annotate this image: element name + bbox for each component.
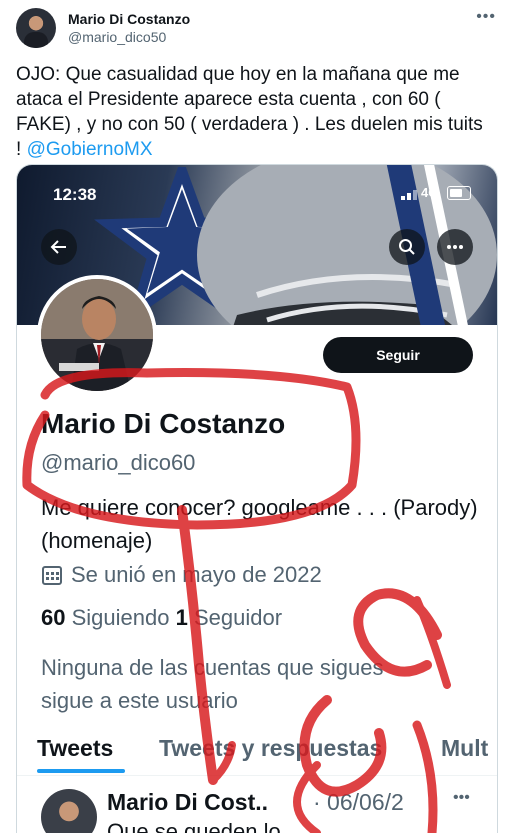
author-handle[interactable]: @mario_dico50 bbox=[68, 29, 166, 45]
followed-by-notice: Ninguna de las cuentas que sigues sigue … bbox=[41, 655, 384, 713]
following-count: 60 bbox=[41, 605, 66, 630]
tab-tweets-replies[interactable]: Tweets y respuestas bbox=[159, 735, 382, 762]
search-icon[interactable] bbox=[389, 229, 425, 265]
followers-count: 1 bbox=[175, 605, 188, 630]
inner-tweet-avatar[interactable] bbox=[41, 789, 97, 833]
author-avatar[interactable] bbox=[16, 8, 56, 48]
mention-link[interactable]: @GobiernoMX bbox=[27, 139, 153, 160]
battery-icon bbox=[447, 186, 471, 200]
more-horizontal-icon[interactable]: ••• bbox=[476, 8, 496, 26]
attached-image[interactable]: 12:38 4G Seguir Mario Di Costanzo @mario… bbox=[16, 164, 498, 833]
profile-photo bbox=[41, 279, 153, 391]
profile-joined: Se unió en mayo de 2022 bbox=[41, 562, 322, 588]
status-time: 12:38 bbox=[53, 185, 97, 204]
tweet-text: OJO: Que casualidad que hoy en la mañana… bbox=[16, 62, 486, 162]
inner-tweet-text: Que se queden lo... bbox=[107, 819, 300, 833]
network-label: 4G bbox=[421, 185, 439, 200]
following-label: Siguiendo bbox=[71, 605, 170, 630]
active-tab-indicator bbox=[37, 769, 125, 773]
follow-stats[interactable]: 60 Siguiendo 1 Seguidor bbox=[41, 605, 282, 631]
calendar-icon bbox=[42, 566, 62, 585]
inner-tweet-more-icon[interactable]: ••• bbox=[453, 789, 470, 807]
followers-label: Seguidor bbox=[193, 605, 283, 630]
tab-tweets[interactable]: Tweets bbox=[37, 735, 113, 762]
follow-button[interactable]: Seguir bbox=[323, 337, 473, 373]
back-arrow-icon[interactable] bbox=[41, 229, 77, 265]
joined-text: Se unió en mayo de 2022 bbox=[71, 562, 322, 587]
author-name[interactable]: Mario Di Costanzo bbox=[68, 11, 190, 27]
tweet-header: Mario Di Costanzo @mario_dico50 ••• bbox=[16, 8, 496, 48]
inner-tweet-date[interactable]: · 06/06/2 bbox=[313, 789, 404, 816]
profile-avatar[interactable] bbox=[37, 275, 157, 395]
profile-bio: Me quiere conocer? googleame . . . (Paro… bbox=[41, 495, 478, 553]
inner-tweet-author[interactable]: Mario Di Cost.. bbox=[107, 789, 268, 816]
profile-tabs: Tweets Tweets y respuestas Mult bbox=[17, 725, 497, 776]
profile-name: Mario Di Costanzo bbox=[41, 408, 286, 439]
tab-media[interactable]: Mult bbox=[441, 735, 488, 762]
profile-handle: @mario_dico60 bbox=[41, 450, 196, 475]
more-options-icon[interactable] bbox=[437, 229, 473, 265]
